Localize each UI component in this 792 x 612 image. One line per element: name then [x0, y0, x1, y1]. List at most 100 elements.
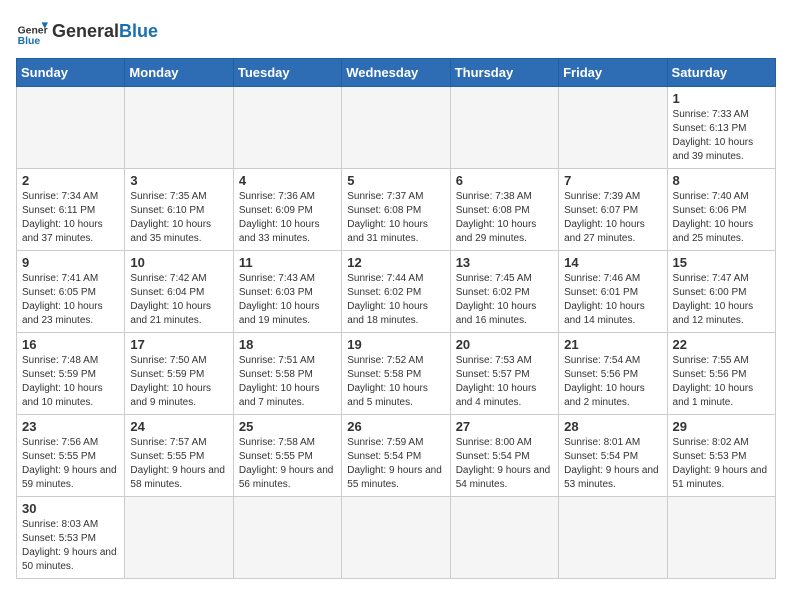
calendar-day-cell — [342, 497, 450, 579]
day-number: 19 — [347, 337, 444, 352]
calendar-day-cell — [450, 497, 558, 579]
day-number: 6 — [456, 173, 553, 188]
calendar-day-cell — [17, 87, 125, 169]
day-info: Sunrise: 7:56 AM Sunset: 5:55 PM Dayligh… — [22, 436, 119, 492]
day-number: 4 — [239, 173, 336, 188]
day-info: Sunrise: 7:41 AM Sunset: 6:05 PM Dayligh… — [22, 272, 119, 328]
day-info: Sunrise: 7:58 AM Sunset: 5:55 PM Dayligh… — [239, 436, 336, 492]
day-info: Sunrise: 7:51 AM Sunset: 5:58 PM Dayligh… — [239, 354, 336, 410]
day-info: Sunrise: 7:53 AM Sunset: 5:57 PM Dayligh… — [456, 354, 553, 410]
day-info: Sunrise: 8:01 AM Sunset: 5:54 PM Dayligh… — [564, 436, 661, 492]
calendar-day-cell: 8 Sunrise: 7:40 AM Sunset: 6:06 PM Daylig… — [667, 169, 775, 251]
day-info: Sunrise: 7:59 AM Sunset: 5:54 PM Dayligh… — [347, 436, 444, 492]
calendar-day-cell: 20Sunrise: 7:53 AM Sunset: 5:57 PM Dayli… — [450, 333, 558, 415]
calendar-day-cell — [233, 87, 341, 169]
calendar-day-cell: 21 Sunrise: 7:54 AM Sunset: 5:56 PM Dayli… — [559, 333, 667, 415]
day-number: 25 — [239, 419, 336, 434]
day-info: Sunrise: 7:45 AM Sunset: 6:02 PM Dayligh… — [456, 272, 553, 328]
calendar-day-cell: 11 Sunrise: 7:43 AM Sunset: 6:03 PM Dayli… — [233, 251, 341, 333]
calendar-day-cell — [559, 87, 667, 169]
day-info: Sunrise: 8:00 AM Sunset: 5:54 PM Dayligh… — [456, 436, 553, 492]
day-number: 12 — [347, 255, 444, 270]
calendar-day-cell: 9 Sunrise: 7:41 AM Sunset: 6:05 PM Daylig… — [17, 251, 125, 333]
day-info: Sunrise: 7:43 AM Sunset: 6:03 PM Dayligh… — [239, 272, 336, 328]
calendar-week-row: 2 Sunrise: 7:34 AM Sunset: 6:11 PM Daylig… — [17, 169, 776, 251]
page-header: General Blue GeneralBlue — [16, 16, 776, 48]
calendar-day-cell — [125, 87, 233, 169]
weekday-header-wednesday: Wednesday — [342, 59, 450, 87]
weekday-header-tuesday: Tuesday — [233, 59, 341, 87]
svg-text:General: General — [18, 26, 48, 37]
calendar-day-cell: 23 Sunrise: 7:56 AM Sunset: 5:55 PM Dayli… — [17, 415, 125, 497]
day-number: 24 — [130, 419, 227, 434]
calendar-day-cell: 14 Sunrise: 7:46 AM Sunset: 6:01 PM Dayli… — [559, 251, 667, 333]
day-info: Sunrise: 7:57 AM Sunset: 5:55 PM Dayligh… — [130, 436, 227, 492]
calendar-week-row: 1Sunrise: 7:33 AM Sunset: 6:13 PM Daylig… — [17, 87, 776, 169]
day-info: Sunrise: 7:38 AM Sunset: 6:08 PM Dayligh… — [456, 190, 553, 246]
day-number: 26 — [347, 419, 444, 434]
calendar-day-cell — [342, 87, 450, 169]
calendar-day-cell: 17 Sunrise: 7:50 AM Sunset: 5:59 PM Dayli… — [125, 333, 233, 415]
day-info: Sunrise: 8:03 AM Sunset: 5:53 PM Dayligh… — [22, 518, 119, 574]
weekday-header-friday: Friday — [559, 59, 667, 87]
day-number: 30 — [22, 501, 119, 516]
calendar-day-cell — [559, 497, 667, 579]
weekday-header-thursday: Thursday — [450, 59, 558, 87]
calendar-day-cell: 18Sunrise: 7:51 AM Sunset: 5:58 PM Dayli… — [233, 333, 341, 415]
calendar-day-cell: 30 Sunrise: 8:03 AM Sunset: 5:53 PM Dayli… — [17, 497, 125, 579]
day-info: Sunrise: 7:44 AM Sunset: 6:02 PM Dayligh… — [347, 272, 444, 328]
logo-text: GeneralBlue — [52, 22, 158, 42]
day-number: 17 — [130, 337, 227, 352]
day-number: 23 — [22, 419, 119, 434]
day-info: Sunrise: 7:35 AM Sunset: 6:10 PM Dayligh… — [130, 190, 227, 246]
day-number: 21 — [564, 337, 661, 352]
day-info: Sunrise: 7:37 AM Sunset: 6:08 PM Dayligh… — [347, 190, 444, 246]
day-number: 3 — [130, 173, 227, 188]
calendar-day-cell: 4 Sunrise: 7:36 AM Sunset: 6:09 PM Daylig… — [233, 169, 341, 251]
day-info: Sunrise: 7:54 AM Sunset: 5:56 PM Dayligh… — [564, 354, 661, 410]
calendar-table: SundayMondayTuesdayWednesdayThursdayFrid… — [16, 58, 776, 579]
day-number: 15 — [673, 255, 770, 270]
calendar-day-cell: 16Sunrise: 7:48 AM Sunset: 5:59 PM Dayli… — [17, 333, 125, 415]
day-info: Sunrise: 7:34 AM Sunset: 6:11 PM Dayligh… — [22, 190, 119, 246]
calendar-day-cell: 29Sunrise: 8:02 AM Sunset: 5:53 PM Dayli… — [667, 415, 775, 497]
day-number: 10 — [130, 255, 227, 270]
day-number: 7 — [564, 173, 661, 188]
calendar-day-cell: 27 Sunrise: 8:00 AM Sunset: 5:54 PM Dayli… — [450, 415, 558, 497]
day-info: Sunrise: 7:33 AM Sunset: 6:13 PM Dayligh… — [673, 108, 770, 164]
day-number: 28 — [564, 419, 661, 434]
day-number: 2 — [22, 173, 119, 188]
day-info: Sunrise: 7:40 AM Sunset: 6:06 PM Dayligh… — [673, 190, 770, 246]
calendar-day-cell: 25 Sunrise: 7:58 AM Sunset: 5:55 PM Dayli… — [233, 415, 341, 497]
day-info: Sunrise: 7:36 AM Sunset: 6:09 PM Dayligh… — [239, 190, 336, 246]
day-number: 14 — [564, 255, 661, 270]
day-number: 27 — [456, 419, 553, 434]
calendar-day-cell: 28 Sunrise: 8:01 AM Sunset: 5:54 PM Dayli… — [559, 415, 667, 497]
calendar-day-cell — [125, 497, 233, 579]
calendar-day-cell — [450, 87, 558, 169]
day-number: 13 — [456, 255, 553, 270]
day-info: Sunrise: 7:55 AM Sunset: 5:56 PM Dayligh… — [673, 354, 770, 410]
calendar-week-row: 9 Sunrise: 7:41 AM Sunset: 6:05 PM Daylig… — [17, 251, 776, 333]
day-info: Sunrise: 7:39 AM Sunset: 6:07 PM Dayligh… — [564, 190, 661, 246]
day-info: Sunrise: 7:47 AM Sunset: 6:00 PM Dayligh… — [673, 272, 770, 328]
calendar-day-cell — [233, 497, 341, 579]
day-number: 29 — [673, 419, 770, 434]
calendar-day-cell: 13 Sunrise: 7:45 AM Sunset: 6:02 PM Dayli… — [450, 251, 558, 333]
weekday-header-row: SundayMondayTuesdayWednesdayThursdayFrid… — [17, 59, 776, 87]
calendar-week-row: 30 Sunrise: 8:03 AM Sunset: 5:53 PM Dayli… — [17, 497, 776, 579]
day-number: 22 — [673, 337, 770, 352]
day-number: 9 — [22, 255, 119, 270]
day-number: 8 — [673, 173, 770, 188]
calendar-day-cell: 7 Sunrise: 7:39 AM Sunset: 6:07 PM Daylig… — [559, 169, 667, 251]
calendar-day-cell: 3 Sunrise: 7:35 AM Sunset: 6:10 PM Daylig… — [125, 169, 233, 251]
calendar-day-cell: 2 Sunrise: 7:34 AM Sunset: 6:11 PM Daylig… — [17, 169, 125, 251]
day-info: Sunrise: 7:46 AM Sunset: 6:01 PM Dayligh… — [564, 272, 661, 328]
svg-text:Blue: Blue — [18, 36, 41, 47]
day-number: 11 — [239, 255, 336, 270]
day-info: Sunrise: 7:50 AM Sunset: 5:59 PM Dayligh… — [130, 354, 227, 410]
weekday-header-saturday: Saturday — [667, 59, 775, 87]
day-number: 16 — [22, 337, 119, 352]
day-info: Sunrise: 7:52 AM Sunset: 5:58 PM Dayligh… — [347, 354, 444, 410]
calendar-day-cell: 15 Sunrise: 7:47 AM Sunset: 6:00 PM Dayli… — [667, 251, 775, 333]
